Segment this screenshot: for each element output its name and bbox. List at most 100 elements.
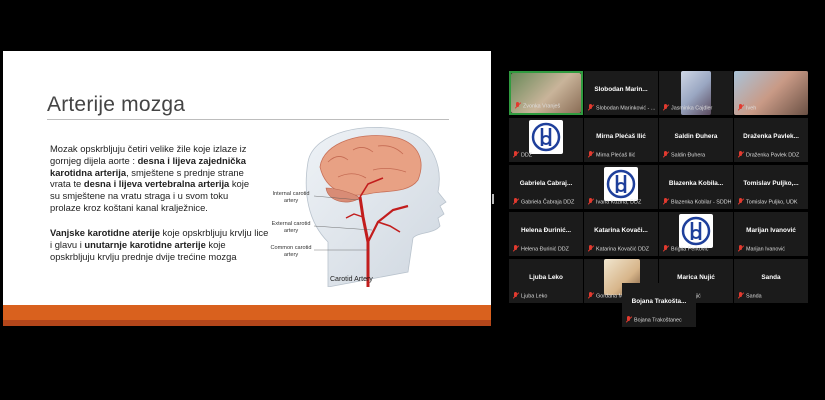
- figure-caption: Carotid Artery: [330, 276, 373, 283]
- muted-mic-icon: [663, 198, 669, 206]
- muted-mic-icon: [738, 198, 744, 206]
- muted-mic-icon: [515, 102, 521, 110]
- participant-name-label: Gabriela Čabraja DDZ: [513, 198, 581, 207]
- muted-mic-icon: [588, 151, 594, 159]
- participant-display-name: Slobodan Marin...: [594, 86, 648, 93]
- participant-name-label: Brigita Perković: [663, 245, 731, 254]
- participant-display-name: Marijan Ivanović: [746, 227, 796, 234]
- participant-label-text: Ivana Kuzina, DDZ: [596, 199, 642, 206]
- participant-label-text: Slobodan Marinković - ...: [596, 105, 656, 112]
- participant-name-label: Jasminka Cajdler: [663, 104, 731, 113]
- muted-mic-icon: [738, 104, 744, 112]
- muted-mic-icon: [663, 245, 669, 253]
- slide-footer-bar-dark: [3, 320, 491, 326]
- participant-label-text: Jasminka Cajdler: [671, 105, 713, 112]
- slide-paragraph-2: Vanjske karotidne aterije koje opskrblju…: [50, 227, 272, 262]
- participant-label-text: Bojana Trakoštanec: [634, 317, 682, 324]
- participant-name-label: Marijan Ivanović: [738, 245, 806, 254]
- participant-tile[interactable]: Jasminka Cajdler: [659, 71, 733, 115]
- participant-label-text: Katarina Kovačić DDZ: [596, 246, 650, 253]
- participant-name-label: Iveh: [738, 104, 806, 113]
- participant-tile[interactable]: Zvonka Vranješ: [509, 71, 583, 115]
- muted-mic-icon: [588, 104, 594, 112]
- p2-bold-external: Vanjske karotidne aterije: [50, 227, 160, 238]
- participant-name-label: Ivana Kuzina, DDZ: [588, 198, 656, 207]
- participant-tile[interactable]: DDZ: [509, 118, 583, 162]
- muted-mic-icon: [513, 292, 519, 300]
- muted-mic-icon: [738, 292, 744, 300]
- meeting-window: Arterije mozga Mozak opskrbljuju četiri …: [0, 0, 825, 400]
- participant-name-label: DDZ: [513, 151, 581, 160]
- organization-logo-icon: [679, 214, 713, 248]
- muted-mic-icon: [588, 245, 594, 253]
- participant-tile[interactable]: Mirna Plećaš Ilić Mirna Plećaš Ilić: [584, 118, 658, 162]
- muted-mic-icon: [663, 104, 669, 112]
- muted-mic-icon: [738, 245, 744, 253]
- p2-bold-internal: unutarnje karotidne arterije: [84, 238, 206, 250]
- muted-mic-icon: [588, 292, 594, 300]
- participant-name-label: Sanda: [738, 292, 806, 301]
- participant-display-name: Draženka Pavlek...: [743, 133, 799, 140]
- participant-label-text: Mirna Plećaš Ilić: [596, 152, 636, 159]
- participant-tile[interactable]: Iveh: [734, 71, 808, 115]
- participant-tile[interactable]: Sanda Sanda: [734, 259, 808, 303]
- participant-name-label: Helena Đurinić DDZ: [513, 245, 581, 254]
- muted-mic-icon: [738, 151, 744, 159]
- participant-tile[interactable]: Saldin Đuhera Saldin Đuhera: [659, 118, 733, 162]
- participant-name-label: Draženka Pavlek DDZ: [738, 151, 806, 160]
- participant-display-name: Sanda: [761, 274, 781, 281]
- participant-name-label: Slobodan Marinković - ...: [588, 104, 656, 113]
- slide-title: Arterije mozga: [47, 93, 186, 116]
- title-divider: [47, 119, 449, 120]
- participant-label-text: Iveh: [746, 105, 757, 112]
- participant-tile[interactable]: Ljuba Leko Ljuba Leko: [509, 259, 583, 303]
- label-common-carotid: Common carotid artery: [270, 245, 312, 258]
- split-view-handle[interactable]: [492, 194, 494, 204]
- participant-label-text: Gabriela Čabraja DDZ: [521, 199, 575, 206]
- participant-label-text: DDZ: [521, 152, 533, 159]
- participant-tile[interactable]: Bojana Trakošta... Bojana Trakoštanec: [622, 283, 696, 327]
- participant-display-name: Marica Nujić: [677, 274, 715, 281]
- participant-name-label: Saldin Đuhera: [663, 151, 731, 160]
- muted-mic-icon: [513, 198, 519, 206]
- organization-logo-icon: [529, 120, 563, 154]
- participant-name-label: Mirna Plećaš Ilić: [588, 151, 656, 160]
- participant-name-label: Bojana Trakoštanec: [626, 316, 694, 325]
- muted-mic-icon: [513, 151, 519, 159]
- participant-tile[interactable]: Slobodan Marin... Slobodan Marinković - .…: [584, 71, 658, 115]
- participant-tile[interactable]: Marijan Ivanović Marijan Ivanović: [734, 212, 808, 256]
- participant-name-label: Tomislav Puljko, UDK: [738, 198, 806, 207]
- carotid-artery-illustration: [305, 127, 447, 287]
- participant-tile[interactable]: Ivana Kuzina, DDZ: [584, 165, 658, 209]
- participant-display-name: Saldin Đuhera: [674, 133, 718, 140]
- participant-label-text: Tomislav Puljko, UDK: [746, 199, 798, 206]
- participant-display-name: Mirna Plećaš Ilić: [596, 133, 646, 140]
- participant-label-text: Zvonka Vranješ: [523, 103, 561, 110]
- participant-label-text: Brigita Perković: [671, 246, 709, 253]
- participant-display-name: Bojana Trakošta...: [631, 298, 687, 305]
- label-internal-carotid: Internal carotid artery: [272, 191, 310, 204]
- participant-tile[interactable]: Katarina Kovači... Katarina Kovačić DDZ: [584, 212, 658, 256]
- muted-mic-icon: [626, 316, 632, 324]
- participant-tile[interactable]: Draženka Pavlek... Draženka Pavlek DDZ: [734, 118, 808, 162]
- participant-display-name: Ljuba Leko: [529, 274, 563, 281]
- p1-bold-vertebral: desna i lijeva vertebralna arterija: [83, 178, 230, 190]
- muted-mic-icon: [663, 151, 669, 159]
- participant-tile[interactable]: Brigita Perković: [659, 212, 733, 256]
- participant-display-name: Blazenka Kobila...: [668, 180, 724, 187]
- participant-tile[interactable]: Tomislav Puljko,... Tomislav Puljko, UDK: [734, 165, 808, 209]
- participant-label-text: Saldin Đuhera: [671, 152, 706, 159]
- participant-name-label: Zvonka Vranješ: [515, 102, 579, 111]
- participant-label-text: Ljuba Leko: [521, 293, 548, 300]
- participant-label-text: Sanda: [746, 293, 762, 300]
- label-external-carotid: External carotid artery: [271, 221, 311, 234]
- participant-tile[interactable]: Gabriela Čabraj... Gabriela Čabraja DDZ: [509, 165, 583, 209]
- participant-name-label: Katarina Kovačić DDZ: [588, 245, 656, 254]
- participant-name-label: Ljuba Leko: [513, 292, 581, 301]
- participant-label-text: Blazenka Kobilar - SDDH: [671, 199, 731, 206]
- participant-tile[interactable]: Helena Đurinić... Helena Đurinić DDZ: [509, 212, 583, 256]
- participant-display-name: Tomislav Puljko,...: [743, 180, 799, 187]
- participant-label-text: Helena Đurinić DDZ: [521, 246, 569, 253]
- participant-display-name: Katarina Kovači...: [594, 227, 648, 234]
- participant-tile[interactable]: Blazenka Kobila... Blazenka Kobilar - SDD…: [659, 165, 733, 209]
